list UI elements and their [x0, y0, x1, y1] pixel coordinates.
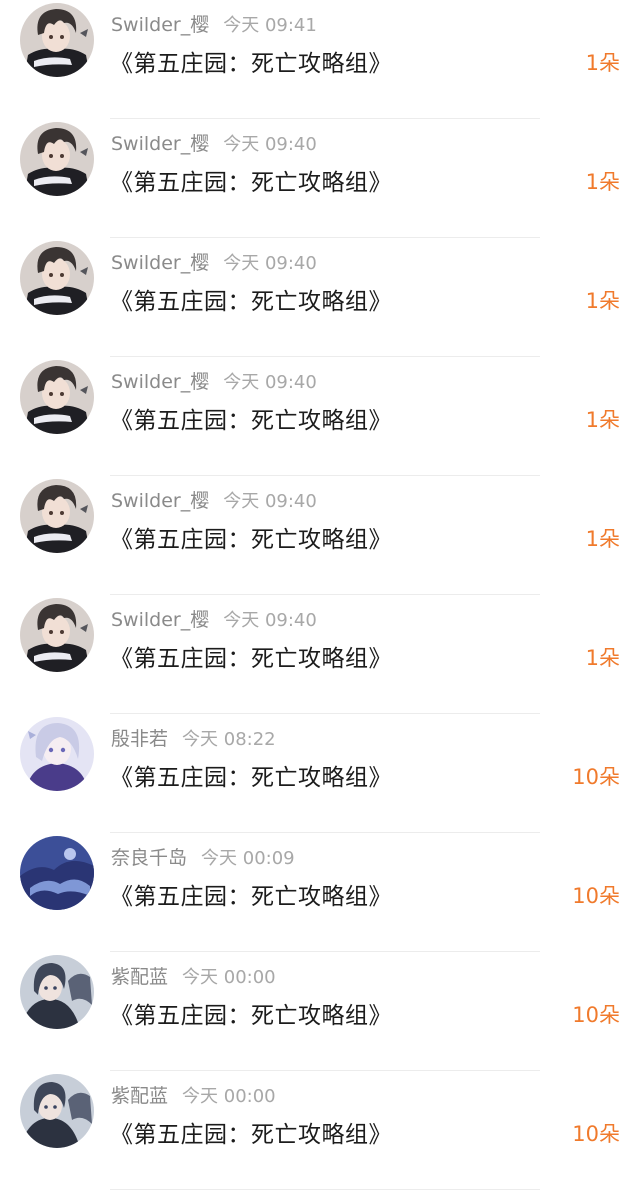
work-title[interactable]: 《第五庄园：死亡攻略组》	[110, 163, 392, 197]
username[interactable]: Swilder_樱	[111, 14, 209, 36]
username[interactable]: 紫配蓝	[111, 966, 168, 988]
timestamp: 今天 00:00	[182, 1086, 276, 1107]
item-meta: 紫配蓝 今天 00:00	[111, 1081, 276, 1108]
list-item[interactable]: 紫配蓝 今天 00:00 《第五庄园：死亡攻略组》 10朵	[0, 952, 640, 1071]
list-item[interactable]: 紫配蓝 今天 00:00 《第五庄园：死亡攻略组》 10朵	[0, 1071, 640, 1190]
gift-count: 10朵	[572, 765, 620, 789]
list-item[interactable]: Swilder_樱 今天 09:40 《第五庄园：死亡攻略组》 1朵	[0, 595, 640, 714]
username[interactable]: Swilder_樱	[111, 371, 209, 393]
avatar[interactable]	[20, 1074, 94, 1148]
work-title[interactable]: 《第五庄园：死亡攻略组》	[110, 758, 392, 792]
item-meta: Swilder_樱 今天 09:40	[111, 605, 317, 632]
item-meta: Swilder_樱 今天 09:41	[111, 10, 317, 37]
list-item[interactable]: Swilder_樱 今天 09:40 《第五庄园：死亡攻略组》 1朵	[0, 357, 640, 476]
item-meta: Swilder_樱 今天 09:40	[111, 367, 317, 394]
gift-count: 1朵	[585, 51, 620, 75]
timestamp: 今天 09:40	[223, 610, 317, 631]
gift-count: 1朵	[585, 646, 620, 670]
username[interactable]: 殷非若	[111, 728, 168, 750]
work-title[interactable]: 《第五庄园：死亡攻略组》	[110, 1115, 392, 1149]
timestamp: 今天 09:40	[223, 491, 317, 512]
item-meta: 紫配蓝 今天 00:00	[111, 962, 276, 989]
item-meta: 殷非若 今天 08:22	[111, 724, 276, 751]
two-characters-avatar-icon	[20, 955, 94, 1029]
gift-record-list: Swilder_樱 今天 09:41 《第五庄园：死亡攻略组》 1朵 Swilde…	[0, 0, 640, 1190]
work-title[interactable]: 《第五庄园：死亡攻略组》	[110, 44, 392, 78]
anime-boy-avatar-icon	[20, 598, 94, 672]
username[interactable]: 奈良千岛	[111, 847, 187, 869]
username[interactable]: 紫配蓝	[111, 1085, 168, 1107]
timestamp: 今天 09:40	[223, 134, 317, 155]
work-title[interactable]: 《第五庄园：死亡攻略组》	[110, 282, 392, 316]
timestamp: 今天 00:00	[182, 967, 276, 988]
avatar[interactable]	[20, 122, 94, 196]
anime-boy-avatar-icon	[20, 3, 94, 77]
gift-count: 1朵	[585, 408, 620, 432]
avatar[interactable]	[20, 598, 94, 672]
anime-boy-avatar-icon	[20, 241, 94, 315]
gift-count: 10朵	[572, 884, 620, 908]
username[interactable]: Swilder_樱	[111, 490, 209, 512]
list-item[interactable]: Swilder_樱 今天 09:40 《第五庄园：死亡攻略组》 1朵	[0, 119, 640, 238]
anime-boy-avatar-icon	[20, 360, 94, 434]
work-title[interactable]: 《第五庄园：死亡攻略组》	[110, 401, 392, 435]
item-meta: Swilder_樱 今天 09:40	[111, 486, 317, 513]
list-item[interactable]: 殷非若 今天 08:22 《第五庄园：死亡攻略组》 10朵	[0, 714, 640, 833]
anime-boy-avatar-icon	[20, 479, 94, 553]
item-meta: 奈良千岛 今天 00:09	[111, 843, 295, 870]
timestamp: 今天 09:40	[223, 372, 317, 393]
gift-count: 10朵	[572, 1003, 620, 1027]
avatar[interactable]	[20, 836, 94, 910]
list-item[interactable]: 奈良千岛 今天 00:09 《第五庄园：死亡攻略组》 10朵	[0, 833, 640, 952]
gift-count: 1朵	[585, 289, 620, 313]
gift-count: 10朵	[572, 1122, 620, 1146]
anime-boy-avatar-icon	[20, 122, 94, 196]
work-title[interactable]: 《第五庄园：死亡攻略组》	[110, 877, 392, 911]
gift-count: 1朵	[585, 527, 620, 551]
avatar[interactable]	[20, 717, 94, 791]
username[interactable]: Swilder_樱	[111, 133, 209, 155]
silver-hair-girl-avatar-icon	[20, 717, 94, 791]
avatar[interactable]	[20, 955, 94, 1029]
username[interactable]: Swilder_樱	[111, 252, 209, 274]
list-item[interactable]: Swilder_樱 今天 09:41 《第五庄园：死亡攻略组》 1朵	[0, 0, 640, 119]
timestamp: 今天 00:09	[201, 848, 295, 869]
blue-landscape-avatar-icon	[20, 836, 94, 910]
work-title[interactable]: 《第五庄园：死亡攻略组》	[110, 639, 392, 673]
avatar[interactable]	[20, 241, 94, 315]
work-title[interactable]: 《第五庄园：死亡攻略组》	[110, 520, 392, 554]
list-item[interactable]: Swilder_樱 今天 09:40 《第五庄园：死亡攻略组》 1朵	[0, 476, 640, 595]
item-meta: Swilder_樱 今天 09:40	[111, 248, 317, 275]
timestamp: 今天 09:40	[223, 253, 317, 274]
list-item[interactable]: Swilder_樱 今天 09:40 《第五庄园：死亡攻略组》 1朵	[0, 238, 640, 357]
avatar[interactable]	[20, 3, 94, 77]
timestamp: 今天 09:41	[223, 15, 317, 36]
work-title[interactable]: 《第五庄园：死亡攻略组》	[110, 996, 392, 1030]
two-characters-avatar-icon	[20, 1074, 94, 1148]
avatar[interactable]	[20, 479, 94, 553]
timestamp: 今天 08:22	[182, 729, 276, 750]
gift-count: 1朵	[585, 170, 620, 194]
username[interactable]: Swilder_樱	[111, 609, 209, 631]
avatar[interactable]	[20, 360, 94, 434]
item-meta: Swilder_樱 今天 09:40	[111, 129, 317, 156]
